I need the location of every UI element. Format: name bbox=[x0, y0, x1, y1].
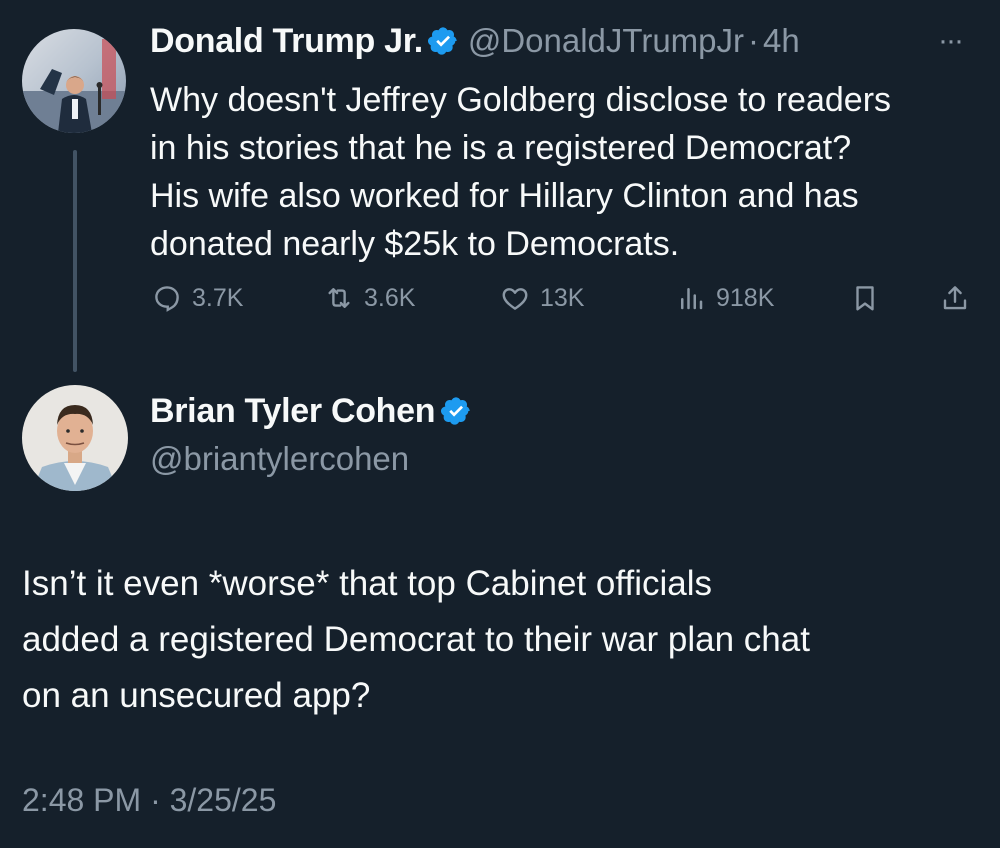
author-name[interactable]: Brian Tyler Cohen bbox=[150, 392, 436, 430]
like-button[interactable]: 13K bbox=[500, 283, 584, 313]
reply-count: 3.7K bbox=[192, 283, 244, 312]
views-button[interactable]: 918K bbox=[676, 283, 774, 313]
tweet1-header: Donald Trump Jr. @DonaldJTrumpJr · 4h bbox=[150, 22, 800, 61]
avatar-image bbox=[22, 385, 128, 491]
avatar-brian-tyler-cohen[interactable] bbox=[22, 385, 128, 491]
tweet-text-line: in his stories that he is a registered D… bbox=[150, 129, 852, 167]
tweet-text-line: His wife also worked for Hillary Clinton… bbox=[150, 177, 859, 215]
tweet-text-line: Why doesn't Jeffrey Goldberg disclose to… bbox=[150, 81, 892, 119]
tweet1-text: Why doesn't Jeffrey Goldberg disclose to… bbox=[150, 76, 990, 268]
tweet-text-line: added a registered Democrat to their war… bbox=[22, 620, 810, 659]
thread-connector-line bbox=[73, 150, 77, 372]
tweet-time[interactable]: 4h bbox=[763, 22, 800, 59]
more-options-icon[interactable]: ··· bbox=[938, 24, 964, 58]
meta-separator: · bbox=[748, 22, 760, 59]
like-count: 13K bbox=[540, 283, 585, 312]
avatar-donald-trump-jr[interactable] bbox=[22, 29, 126, 133]
views-bar-chart-icon bbox=[681, 288, 703, 310]
verified-badge-icon bbox=[428, 27, 458, 55]
repost-count: 3.6K bbox=[364, 283, 416, 312]
repost-icon bbox=[328, 288, 350, 308]
heart-icon bbox=[502, 288, 528, 310]
reply-icon bbox=[155, 286, 179, 312]
tweet2-header-name: Brian Tyler Cohen bbox=[150, 392, 472, 431]
views-count: 918K bbox=[716, 283, 775, 312]
tweet-text-line: Isn’t it even *worse* that top Cabinet o… bbox=[22, 564, 713, 603]
share-icon bbox=[943, 286, 967, 310]
author-handle[interactable]: @DonaldJTrumpJr bbox=[468, 22, 744, 59]
author-handle[interactable]: @briantylercohen bbox=[150, 440, 409, 478]
tweet2-text: Isn’t it even *worse* that top Cabinet o… bbox=[22, 556, 992, 724]
bookmark-icon bbox=[856, 286, 874, 311]
author-name[interactable]: Donald Trump Jr. bbox=[150, 22, 423, 60]
verified-badge-icon bbox=[440, 397, 470, 425]
tweet-text-line: on an unsecured app? bbox=[22, 676, 371, 715]
reply-button[interactable]: 3.7K bbox=[152, 283, 243, 313]
share-button[interactable] bbox=[940, 283, 970, 313]
repost-button[interactable]: 3.6K bbox=[324, 283, 415, 313]
tweet-text-line: donated nearly $25k to Democrats. bbox=[150, 225, 680, 263]
tweet-timestamp[interactable]: 2:48 PM · 3/25/25 bbox=[22, 782, 276, 819]
avatar-image bbox=[22, 29, 126, 133]
bookmark-button[interactable] bbox=[850, 283, 880, 313]
